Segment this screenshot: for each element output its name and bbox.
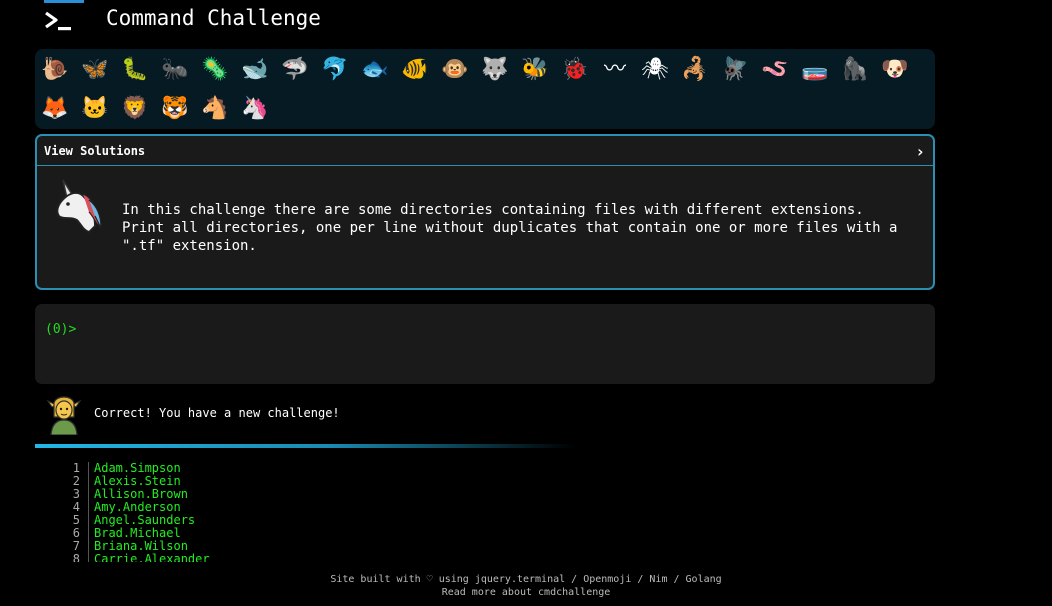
chevron-right-icon[interactable]: ›: [915, 142, 925, 161]
terminal-logo-icon[interactable]: [44, 10, 74, 34]
feedback-message: Correct! You have a new challenge!: [94, 406, 340, 420]
butterfly-icon[interactable]: 🦋: [79, 54, 111, 86]
logo-accent-bar: [44, 0, 84, 3]
scorpion-icon[interactable]: 🦂: [679, 54, 711, 86]
fish-icon[interactable]: 🐟: [359, 54, 391, 86]
site-header: Command Challenge: [0, 0, 1052, 48]
worm-icon[interactable]: 〰: [599, 54, 631, 86]
site-title[interactable]: Command Challenge: [106, 6, 321, 30]
whale-icon[interactable]: 🐋: [239, 54, 271, 86]
monkey-face-icon[interactable]: 🐵: [439, 54, 471, 86]
terminal-prompt: (0)>: [45, 322, 77, 337]
bacteria-icon[interactable]: 🧫: [799, 54, 831, 86]
worm-pink-icon[interactable]: 🪱: [759, 54, 791, 86]
progress-bar: [35, 444, 575, 448]
footer-read-more-link[interactable]: Read more about cmdchallenge: [0, 587, 1052, 598]
unicorn-icon[interactable]: 🦄: [239, 93, 271, 125]
fox-icon[interactable]: 🦊: [39, 93, 71, 125]
challenge-panel: View Solutions › In this challenge there…: [35, 134, 935, 290]
command-output: 1 Adam.Simpson 2 Alexis.Stein 3 Allison.Bro…: [60, 462, 360, 562]
elf-avatar-icon: [46, 396, 82, 435]
fly-icon[interactable]: 🪰: [719, 54, 751, 86]
caterpillar-icon[interactable]: 🐛: [119, 54, 151, 86]
horse-icon[interactable]: 🐴: [199, 93, 231, 125]
tiger-icon[interactable]: 🐯: [159, 93, 191, 125]
spider-icon[interactable]: 🕷: [639, 54, 671, 86]
ladybug-icon[interactable]: 🐞: [559, 54, 591, 86]
lion-icon[interactable]: 🦁: [119, 93, 151, 125]
tropical-fish-icon[interactable]: 🐠: [399, 54, 431, 86]
line-number: 8: [60, 553, 89, 562]
dolphin-icon[interactable]: 🐬: [319, 54, 351, 86]
challenge-badge-bar: 🐌 🦋 🐛 🐜 🦠 🐋 🦈 🐬 🐟 🐠 🐵 🐺 🐝 🐞 〰 🕷 🦂 🪰 🪱 🧫 …: [35, 49, 935, 129]
gorilla-icon[interactable]: 🦍: [839, 54, 871, 86]
microbe-icon[interactable]: 🦠: [199, 54, 231, 86]
output-text: Carrie.Alexander: [94, 552, 210, 563]
view-solutions-label[interactable]: View Solutions: [44, 144, 145, 158]
ant-icon[interactable]: 🐜: [159, 54, 191, 86]
wolf-icon[interactable]: 🐺: [479, 54, 511, 86]
shark-icon[interactable]: 🦈: [279, 54, 311, 86]
challenge-description: In this challenge there are some directo…: [122, 202, 898, 254]
terminal-input-area[interactable]: (0)>: [35, 304, 935, 384]
output-line: 8 Carrie.Alexander: [60, 553, 360, 562]
dog-icon[interactable]: 🐶: [879, 54, 911, 86]
bee-icon[interactable]: 🐝: [519, 54, 551, 86]
cat-icon[interactable]: 🐱: [79, 93, 111, 125]
view-solutions-toggle[interactable]: View Solutions ›: [37, 136, 933, 166]
unicorn-icon: [56, 179, 102, 234]
footer-credits[interactable]: Site built with ♡ using jquery.terminal …: [0, 574, 1052, 585]
snail-icon[interactable]: 🐌: [39, 54, 71, 86]
